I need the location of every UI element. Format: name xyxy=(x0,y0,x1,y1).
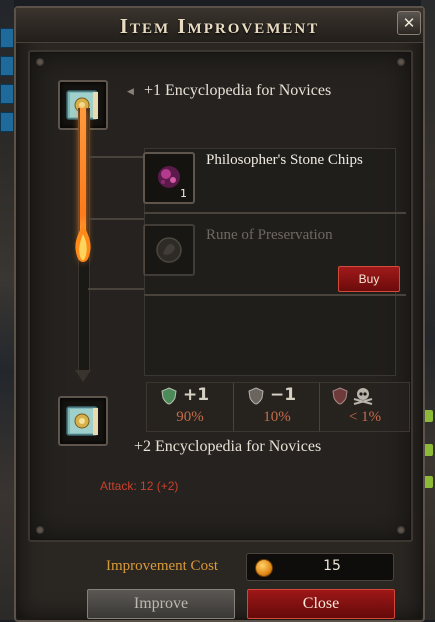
buy-button[interactable]: Buy xyxy=(338,266,400,292)
outcome-destroy: < 1% xyxy=(319,383,410,431)
close-button[interactable]: Close xyxy=(247,589,395,619)
material-name: Rune of Preservation xyxy=(206,227,333,243)
shield-icon xyxy=(248,387,264,405)
arrow-down-icon xyxy=(75,370,91,382)
background-tile xyxy=(0,112,14,132)
background-tile xyxy=(0,56,14,76)
pointer-icon: ◀ xyxy=(127,87,134,97)
rune-icon xyxy=(156,237,182,263)
result-item-name: +2 Encyclopedia for Novices xyxy=(134,438,322,455)
result-stat-line: Attack: 12 (+2) xyxy=(100,479,179,493)
outcome-label: +1 xyxy=(183,385,210,405)
outcome-fail: −1 10% xyxy=(233,383,320,431)
corner-stud xyxy=(397,58,405,66)
divider xyxy=(144,294,406,296)
outcome-chance: 90% xyxy=(176,409,204,425)
result-item-slot[interactable] xyxy=(58,396,108,446)
outcome-chance: < 1% xyxy=(348,409,382,425)
encyclopedia-book-icon xyxy=(66,406,98,436)
outcome-chance: 10% xyxy=(263,409,291,425)
improvement-cost-label: Improvement Cost xyxy=(106,558,219,574)
skull-icon xyxy=(353,388,373,405)
close-icon[interactable]: ✕ xyxy=(397,11,421,35)
improvement-cost-value: 15 xyxy=(323,558,341,574)
connector-line xyxy=(88,218,144,220)
connector-line xyxy=(88,156,144,158)
flame-icon xyxy=(75,224,91,262)
connector-line xyxy=(88,288,144,290)
shield-broken-icon xyxy=(332,387,348,405)
corner-stud xyxy=(397,526,405,534)
window-title: Item Improvement xyxy=(119,14,320,38)
background-scene-left xyxy=(0,0,14,620)
material-slot[interactable] xyxy=(143,224,195,276)
improve-button[interactable]: Improve xyxy=(87,589,235,619)
material-slot[interactable]: 1 xyxy=(143,152,195,204)
improvement-cost-field: 15 xyxy=(246,553,394,581)
outcome-label: −1 xyxy=(270,385,297,405)
corner-stud xyxy=(36,58,44,66)
gold-coin-icon xyxy=(255,559,273,577)
material-quantity: 1 xyxy=(180,187,187,200)
divider xyxy=(144,212,406,214)
material-name: Philosopher's Stone Chips xyxy=(206,152,363,168)
source-item-name: +1 Encyclopedia for Novices xyxy=(144,82,332,99)
outcome-success: +1 90% xyxy=(147,383,233,431)
background-tile xyxy=(0,28,14,48)
corner-stud xyxy=(36,526,44,534)
title-bar[interactable]: Item Improvement ✕ xyxy=(16,8,423,43)
item-improvement-window: Item Improvement ✕ ◀ +1 Encyclopedia for… xyxy=(14,6,425,622)
background-tile xyxy=(0,84,14,104)
outcome-table: +1 90% −1 10% < 1% xyxy=(146,382,410,432)
shield-icon xyxy=(161,387,177,405)
